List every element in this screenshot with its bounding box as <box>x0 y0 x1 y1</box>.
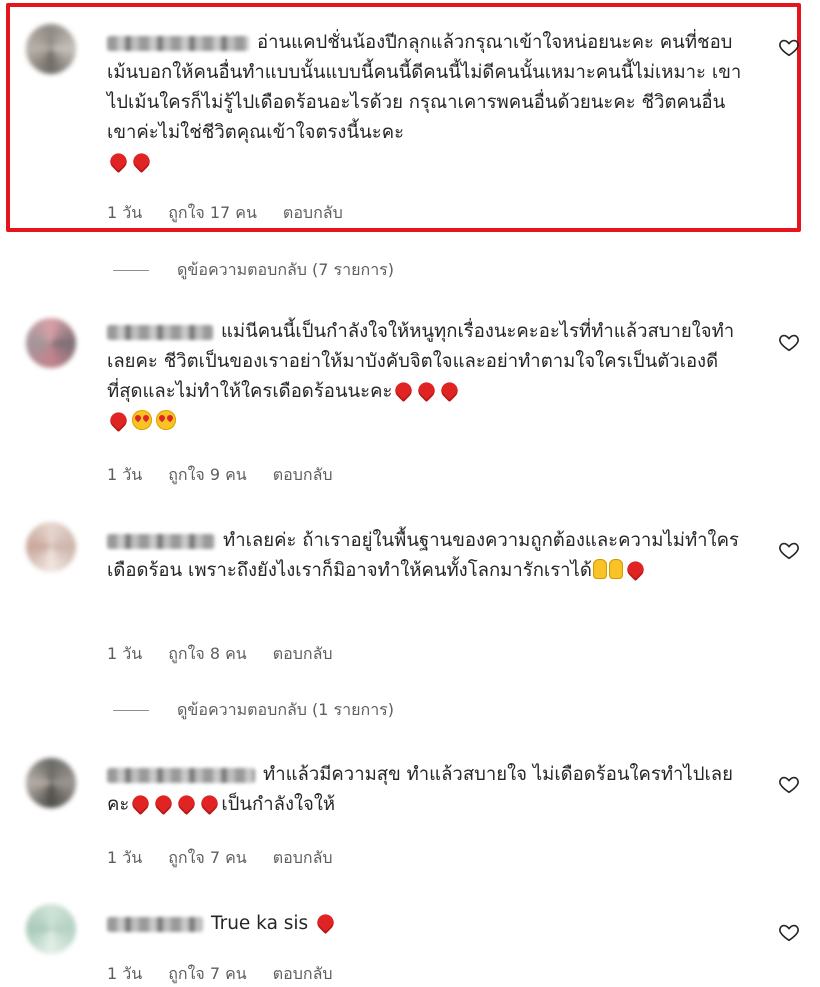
red-heart-icon <box>198 791 222 816</box>
red-heart-icon <box>129 791 153 816</box>
comment-likes[interactable]: ถูกใจ 17 คน <box>168 203 257 222</box>
red-heart-icon <box>152 791 176 816</box>
comment-meta: 1 วัน ถูกใจ 7 คน ตอบกลับ <box>107 962 359 987</box>
view-replies[interactable]: ดูข้อความตอบกลับ (1 รายการ) <box>113 698 394 723</box>
like-heart-icon[interactable] <box>778 539 800 561</box>
username-blurred[interactable] <box>107 533 215 549</box>
red-heart-icon <box>623 557 647 582</box>
reply-button[interactable]: ตอบกลับ <box>283 203 343 222</box>
red-heart-icon <box>415 378 439 403</box>
view-replies[interactable]: ดูข้อความตอบกลับ (7 รายการ) <box>113 258 394 283</box>
avatar[interactable] <box>26 522 76 572</box>
comment-time: 1 วัน <box>107 644 143 663</box>
username-blurred[interactable] <box>107 916 203 932</box>
like-heart-icon[interactable] <box>778 36 800 58</box>
like-heart-icon[interactable] <box>778 773 800 795</box>
like-heart-icon[interactable] <box>778 331 800 353</box>
view-replies-label[interactable]: ดูข้อความตอบกลับ (1 รายการ) <box>177 700 394 719</box>
comment-time: 1 วัน <box>107 465 143 484</box>
comment-meta: 1 วัน ถูกใจ 17 คน ตอบกลับ <box>107 201 369 226</box>
comment-meta: 1 วัน ถูกใจ 9 คน ตอบกลับ <box>107 463 359 488</box>
comment-likes[interactable]: ถูกใจ 8 คน <box>168 644 247 663</box>
victory-hand-icon <box>608 559 623 579</box>
divider-line <box>113 710 149 711</box>
avatar[interactable] <box>26 24 76 74</box>
reply-button[interactable]: ตอบกลับ <box>273 848 333 867</box>
username-blurred[interactable] <box>107 324 213 340</box>
username-blurred[interactable] <box>107 35 249 51</box>
comment-meta: 1 วัน ถูกใจ 7 คน ตอบกลับ <box>107 846 359 871</box>
reply-button[interactable]: ตอบกลับ <box>273 465 333 484</box>
comment-body: อ่านแคปชั่นน้องปีกลุกแล้วกรุณาเข้าใจหน่อ… <box>106 28 747 178</box>
avatar[interactable] <box>26 318 76 368</box>
comment-time: 1 วัน <box>107 964 143 983</box>
comment-meta: 1 วัน ถูกใจ 8 คน ตอบกลับ <box>107 642 359 667</box>
avatar[interactable] <box>26 904 76 954</box>
red-heart-icon <box>129 149 154 174</box>
comment-body: True ka sis <box>107 909 747 939</box>
comment-body: ทำแล้วมีความสุข ทำแล้วสบายใจ ไม่เดือดร้อ… <box>107 760 747 820</box>
comment-body: แม่นีคนนี้เป็นกำลังใจให้หนูทุกเรื่องนะคะ… <box>106 317 747 437</box>
like-heart-icon[interactable] <box>778 921 800 943</box>
red-heart-icon <box>392 378 416 403</box>
comment-likes[interactable]: ถูกใจ 7 คน <box>168 848 247 867</box>
avatar[interactable] <box>26 758 76 808</box>
red-heart-icon <box>314 910 338 935</box>
victory-hand-icon <box>592 559 607 579</box>
comment-likes[interactable]: ถูกใจ 9 คน <box>168 465 247 484</box>
comment-time: 1 วัน <box>107 203 143 222</box>
comment-body: ทำเลยค่ะ ถ้าเราอยู่ในพื้นฐานของความถูกต้… <box>107 526 747 586</box>
comment-likes[interactable]: ถูกใจ 7 คน <box>168 964 247 983</box>
red-heart-icon <box>106 149 131 174</box>
comment-time: 1 วัน <box>107 848 143 867</box>
divider-line <box>113 270 149 271</box>
heart-eyes-icon <box>156 410 176 430</box>
comment-text-suffix: เป็นกำลังใจให้ <box>221 794 336 815</box>
red-heart-icon <box>106 408 131 433</box>
view-replies-label[interactable]: ดูข้อความตอบกลับ (7 รายการ) <box>177 260 394 279</box>
reply-button[interactable]: ตอบกลับ <box>273 644 333 663</box>
comment-text: True ka sis <box>211 913 309 934</box>
heart-eyes-icon <box>132 410 152 430</box>
red-heart-icon <box>175 791 199 816</box>
red-heart-icon <box>438 378 462 403</box>
reply-button[interactable]: ตอบกลับ <box>273 964 333 983</box>
username-blurred[interactable] <box>107 767 255 783</box>
